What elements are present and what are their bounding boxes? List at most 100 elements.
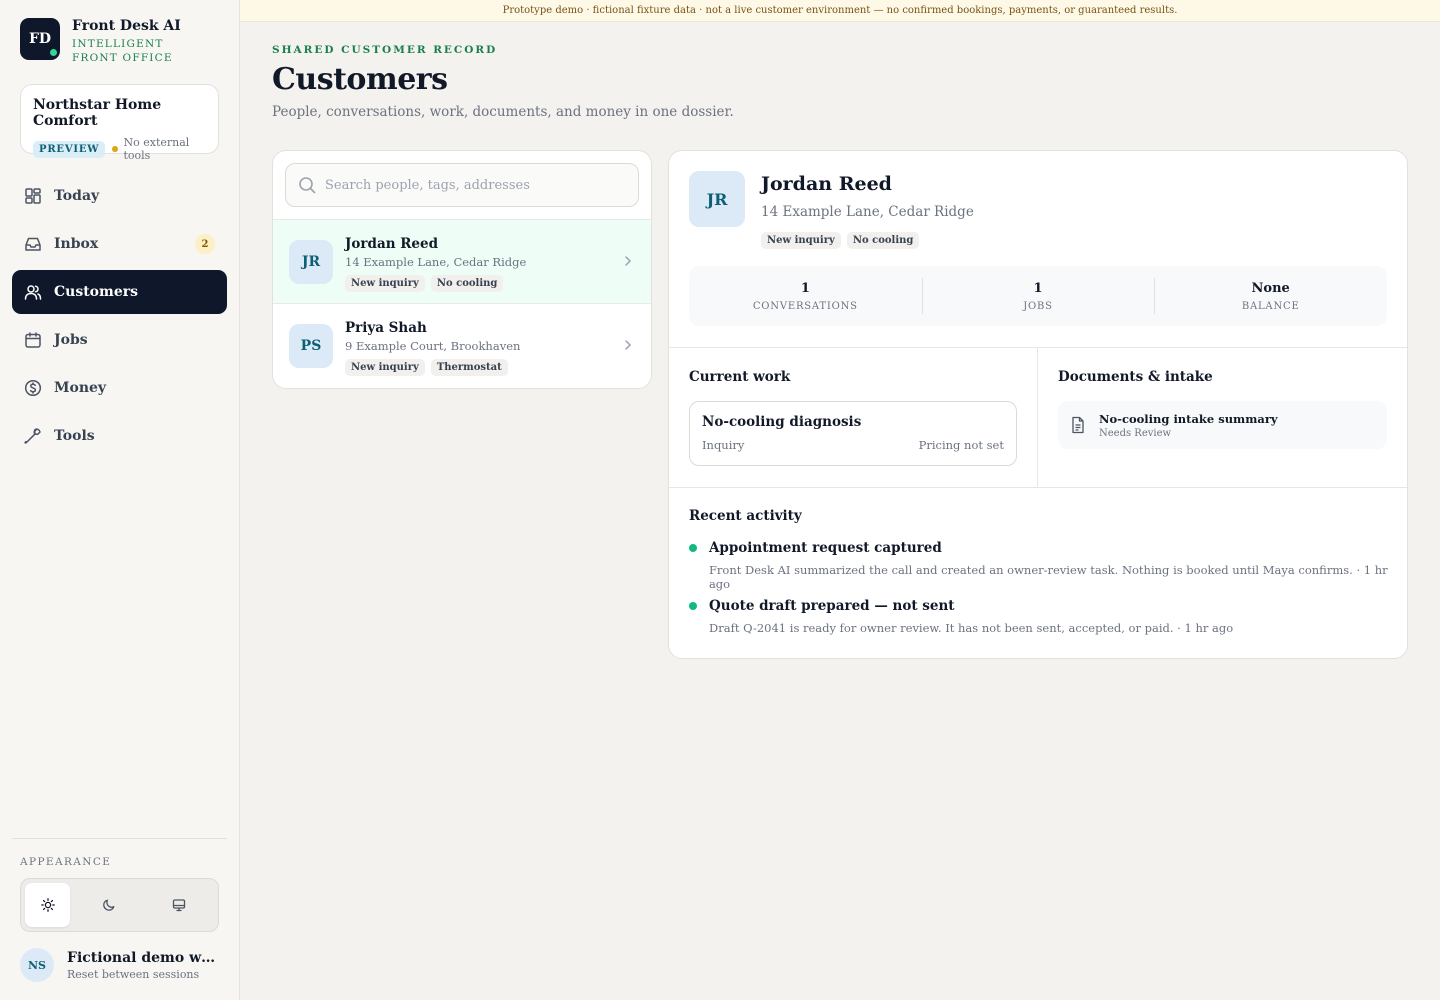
stat-value: 1 bbox=[1033, 280, 1043, 296]
inbox-icon bbox=[24, 235, 42, 253]
brand-logo: FD bbox=[20, 18, 60, 60]
customer-row-jordan-reed[interactable]: JR Jordan Reed 14 Example Lane, Cedar Ri… bbox=[273, 219, 651, 303]
inbox-count-badge: 2 bbox=[195, 234, 215, 254]
search-box bbox=[285, 163, 639, 207]
activity-dot bbox=[689, 544, 697, 552]
status-dot bbox=[112, 146, 118, 152]
customer-tag: New inquiry bbox=[345, 359, 425, 376]
search-icon bbox=[299, 177, 316, 194]
stat-label: JOBS bbox=[1023, 300, 1053, 312]
divider bbox=[669, 487, 1407, 488]
light-mode-button[interactable] bbox=[25, 883, 70, 927]
sidebar: FD Front Desk AI INTELLIGENT FRONT OFFIC… bbox=[0, 0, 240, 1000]
user-name: Fictional demo workspace bbox=[67, 949, 219, 966]
documents-heading: Documents & intake bbox=[1058, 369, 1213, 385]
customer-name: Jordan Reed bbox=[345, 236, 439, 252]
sidebar-divider bbox=[12, 838, 227, 839]
current-work-heading: Current work bbox=[689, 369, 791, 385]
customer-list: JR Jordan Reed 14 Example Lane, Cedar Ri… bbox=[272, 150, 652, 389]
dashboard-icon bbox=[24, 187, 42, 205]
customer-tag: Thermostat bbox=[430, 359, 508, 376]
system-mode-button[interactable] bbox=[144, 883, 214, 927]
stat-balance[interactable]: None BALANCE bbox=[1154, 266, 1387, 326]
online-status-dot bbox=[50, 49, 57, 56]
detail-address: 14 Example Lane, Cedar Ridge bbox=[761, 204, 974, 220]
customer-tag: No cooling bbox=[430, 275, 504, 292]
detail-tag: New inquiry bbox=[761, 232, 841, 249]
brand-name: Front Desk AI bbox=[72, 18, 181, 34]
dollar-circle-icon bbox=[24, 379, 42, 397]
user-subtitle: Reset between sessions bbox=[67, 967, 200, 981]
document-card[interactable]: No-cooling intake summary Needs Review bbox=[1058, 401, 1387, 449]
document-title: No-cooling intake summary bbox=[1099, 411, 1278, 426]
page-subtitle: People, conversations, work, documents, … bbox=[272, 104, 734, 120]
customer-row-priya-shah[interactable]: PS Priya Shah 9 Example Court, Brookhave… bbox=[273, 303, 651, 387]
nav-label-jobs: Jobs bbox=[54, 332, 88, 348]
activity-text: Front Desk AI summarized the call and cr… bbox=[708, 563, 1388, 591]
job-pricing: Pricing not set bbox=[918, 438, 1004, 452]
demo-banner: Prototype demo · fictional fixture data … bbox=[240, 0, 1440, 22]
activity-title: Quote draft prepared — not sent bbox=[709, 598, 955, 614]
page-title: Customers bbox=[272, 62, 448, 97]
nav-item-customers[interactable]: Customers bbox=[12, 270, 227, 314]
stat-jobs[interactable]: 1 JOBS bbox=[921, 266, 1155, 326]
workspace-card[interactable]: Northstar Home Comfort PREVIEW No extern… bbox=[20, 84, 219, 162]
nav-label-money: Money bbox=[54, 380, 107, 396]
sun-icon bbox=[40, 898, 55, 912]
job-title: No-cooling diagnosis bbox=[702, 414, 862, 430]
nav-item-today[interactable]: Today bbox=[12, 174, 227, 218]
chevron-right-icon bbox=[625, 256, 632, 266]
brand-initials: FD bbox=[28, 31, 52, 47]
moon-icon bbox=[103, 899, 115, 911]
stat-label: CONVERSATIONS bbox=[752, 300, 858, 312]
customer-address: 9 Example Court, Brookhaven bbox=[345, 339, 521, 353]
job-card[interactable]: No-cooling diagnosis Inquiry Pricing not… bbox=[689, 401, 1017, 466]
preview-badge: PREVIEW bbox=[33, 140, 106, 158]
nav-label-today: Today bbox=[54, 188, 100, 204]
users-icon bbox=[24, 283, 42, 301]
page-eyebrow: SHARED CUSTOMER RECORD bbox=[272, 44, 498, 56]
calendar-icon bbox=[24, 331, 42, 349]
brand-tagline: INTELLIGENT FRONT OFFICE bbox=[72, 38, 173, 64]
wrench-icon bbox=[24, 427, 42, 445]
nav-item-money[interactable]: Money bbox=[12, 366, 227, 410]
divider bbox=[1037, 348, 1038, 487]
avatar: NS bbox=[20, 948, 54, 982]
brand: FD Front Desk AI INTELLIGENT FRONT OFFIC… bbox=[20, 18, 212, 65]
customer-address: 14 Example Lane, Cedar Ridge bbox=[345, 255, 527, 269]
activity-text: Draft Q-2041 is ready for owner review. … bbox=[709, 621, 1234, 635]
stat-value: None bbox=[1251, 280, 1290, 296]
appearance-label: APPEARANCE bbox=[20, 856, 112, 868]
dark-mode-button[interactable] bbox=[74, 883, 144, 927]
nav-item-jobs[interactable]: Jobs bbox=[12, 318, 227, 362]
user-profile[interactable]: NS Fictional demo workspace Reset betwee… bbox=[20, 948, 219, 982]
customer-detail: JR Jordan Reed 14 Example Lane, Cedar Ri… bbox=[668, 150, 1408, 659]
workspace-status: No external tools bbox=[123, 136, 190, 162]
recent-activity-heading: Recent activity bbox=[689, 508, 802, 524]
workspace-name: Northstar Home Comfort bbox=[33, 97, 162, 129]
activity-title: Appointment request captured bbox=[708, 540, 942, 556]
detail-name: Jordan Reed bbox=[761, 173, 892, 195]
nav-label-inbox: Inbox bbox=[54, 236, 99, 252]
avatar: JR bbox=[289, 240, 333, 284]
activity-dot bbox=[689, 602, 697, 610]
nav-item-tools[interactable]: Tools bbox=[12, 414, 227, 458]
detail-tag: No cooling bbox=[846, 232, 920, 249]
divider bbox=[669, 347, 1407, 348]
main-nav: Today Inbox 2 Customers Jobs Money Tools bbox=[12, 174, 227, 462]
chevron-right-icon bbox=[625, 340, 632, 350]
activity-item: Quote draft prepared — not sent Draft Q-… bbox=[689, 598, 1233, 635]
stat-conversations[interactable]: 1 CONVERSATIONS bbox=[689, 266, 922, 326]
activity-item: Appointment request captured Front Desk … bbox=[689, 540, 1407, 591]
customer-name: Priya Shah bbox=[345, 320, 427, 336]
customer-tag: New inquiry bbox=[345, 275, 425, 292]
stat-value: 1 bbox=[800, 280, 810, 296]
search-input[interactable] bbox=[325, 177, 625, 193]
nav-item-inbox[interactable]: Inbox 2 bbox=[12, 222, 227, 266]
monitor-icon bbox=[172, 899, 186, 912]
stats-strip: 1 CONVERSATIONS 1 JOBS None BALANCE bbox=[689, 266, 1387, 326]
nav-label-customers: Customers bbox=[54, 284, 138, 300]
nav-label-tools: Tools bbox=[54, 428, 95, 444]
avatar: PS bbox=[289, 324, 333, 368]
avatar: JR bbox=[689, 171, 745, 227]
